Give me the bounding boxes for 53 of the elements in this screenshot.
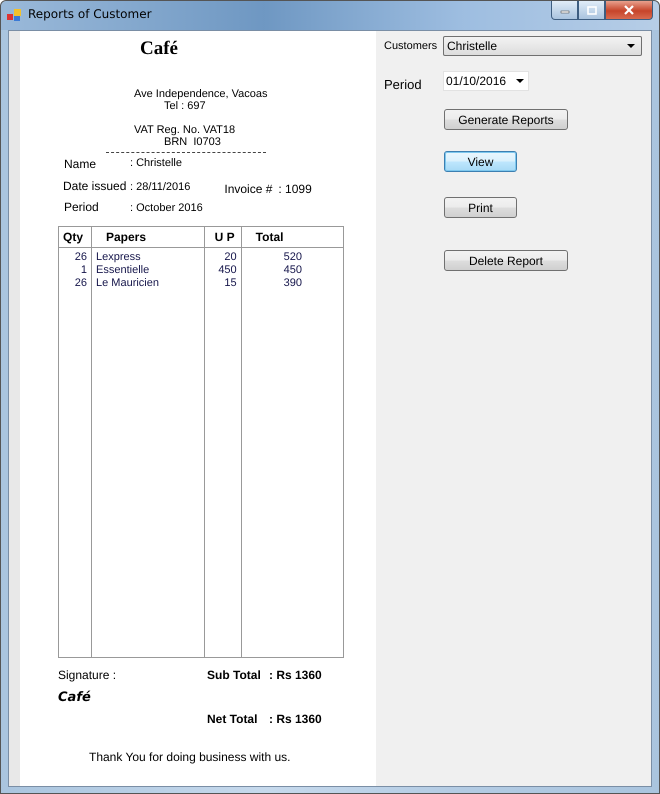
table-cell: 26 xyxy=(58,248,92,264)
field-value: : October 2016 xyxy=(130,202,203,214)
maximize-icon xyxy=(586,6,596,14)
table-cell: 15 xyxy=(204,277,242,290)
app-icon xyxy=(7,8,21,22)
close-icon xyxy=(623,5,635,15)
field-value: : Christelle xyxy=(130,157,182,169)
column-header: Total xyxy=(241,226,344,248)
maximize-button[interactable] xyxy=(578,1,605,20)
table-cell: Essentielle xyxy=(92,264,204,277)
shop-name: Café xyxy=(140,38,178,60)
window-title: Reports of Customer xyxy=(28,7,152,21)
total-value: : Rs 1360 xyxy=(269,668,322,682)
thank-you-text: Thank You for doing business with us. xyxy=(89,750,290,764)
vat-text: VAT Reg. No. VAT18 xyxy=(134,124,236,136)
period-label: Period xyxy=(384,76,423,92)
table-cell: 20 xyxy=(204,248,242,264)
table-cell: Lexpress xyxy=(92,248,204,264)
customers-label: Customers xyxy=(384,40,438,52)
table-cell: 390 xyxy=(241,277,344,290)
column-header: Qty xyxy=(58,226,92,248)
field-value: : 1099 xyxy=(278,182,312,196)
total-label: Sub Total xyxy=(207,668,262,682)
caret-icon xyxy=(627,44,635,48)
table-cell: Le Mauricien xyxy=(92,277,204,290)
field-label: Date issued xyxy=(63,179,128,193)
total-label: Net Total xyxy=(207,712,258,726)
close-button[interactable] xyxy=(605,1,653,20)
table-cell: 450 xyxy=(204,264,242,277)
action-button[interactable]: View xyxy=(444,151,517,172)
address-text: Ave Independence, Vacoas xyxy=(134,88,268,100)
field-label: Name xyxy=(64,157,98,171)
minimize-button[interactable] xyxy=(551,1,578,20)
action-button[interactable]: Delete Report xyxy=(444,250,568,271)
action-button[interactable]: Print xyxy=(444,197,517,218)
field-value: : 28/11/2016 xyxy=(130,181,190,193)
field-label: Invoice # xyxy=(224,182,272,196)
customer-dropdown[interactable]: Christelle xyxy=(443,36,642,56)
signature-text: Café xyxy=(58,690,91,705)
column-header: U P xyxy=(204,226,242,248)
table-cell: 26 xyxy=(58,277,92,290)
column-header: Papers xyxy=(92,226,204,248)
table-cell: 1 xyxy=(58,264,92,277)
field-label: Period xyxy=(64,200,100,214)
total-value: : Rs 1360 xyxy=(269,712,322,726)
caret-icon xyxy=(516,79,524,83)
phone-text: Tel : 697 xyxy=(164,100,206,112)
date-picker[interactable]: 01/10/2016 xyxy=(443,71,529,91)
brn-text: BRN I0703 xyxy=(164,136,221,148)
table-cell: 520 xyxy=(241,248,344,264)
action-button[interactable]: Generate Reports xyxy=(444,109,568,130)
table-cell: 450 xyxy=(241,264,344,277)
signature-label: Signature : xyxy=(58,668,118,682)
